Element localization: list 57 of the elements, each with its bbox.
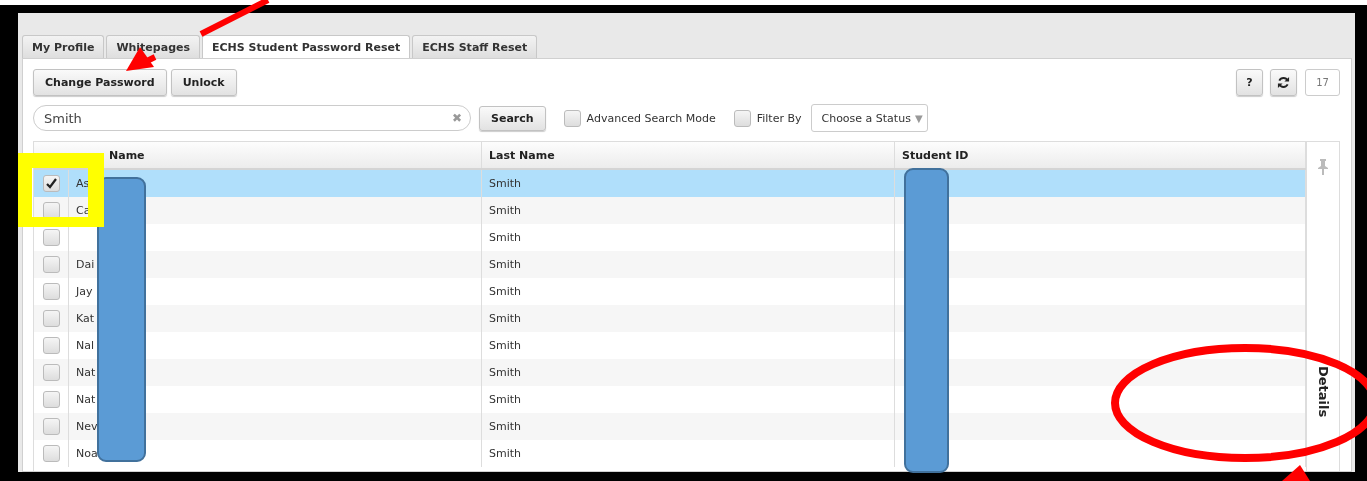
column-header[interactable]: Last Name — [489, 148, 555, 162]
column-header[interactable]: Student ID — [902, 148, 969, 162]
table-cell: Smith — [489, 366, 522, 379]
table-cell: Nal — [76, 339, 95, 352]
table-cell: Smith — [489, 447, 522, 460]
option-label: Filter By — [756, 111, 802, 125]
page-count: 17 — [1305, 69, 1340, 96]
table-cell: As — [76, 177, 90, 190]
table-cell: Smith — [489, 312, 522, 325]
search-button[interactable]: Search — [479, 105, 546, 131]
checkbox[interactable] — [42, 418, 60, 435]
table-cell: Smith — [489, 420, 522, 433]
status-select[interactable]: Choose a Status ▼ — [811, 104, 928, 132]
help-button[interactable]: ? — [1236, 69, 1263, 96]
column-header[interactable]: Name — [109, 148, 145, 162]
option-label: Advanced Search Mode — [586, 111, 716, 125]
table-row[interactable]: Kat Smith — [34, 305, 1306, 332]
details-tab[interactable]: Details — [1315, 366, 1331, 418]
table-row[interactable]: Nat Smith — [34, 359, 1306, 386]
table-cell: Smith — [489, 285, 522, 298]
action-button[interactable]: Unlock — [170, 69, 237, 96]
table-cell: Smith — [489, 204, 522, 217]
table-cell: Noa — [76, 447, 98, 460]
table-cell: Kat — [76, 312, 95, 325]
annotation-arrow — [1282, 465, 1310, 481]
table-cell: Smith — [489, 177, 522, 190]
tab[interactable]: My Profile — [22, 35, 105, 58]
table-cell: Smith — [489, 393, 522, 406]
table-cell: Smith — [489, 231, 522, 244]
checkbox[interactable] — [733, 109, 751, 127]
table-cell: Dai — [76, 258, 95, 271]
table-cell: Smith — [489, 258, 522, 271]
checkbox[interactable] — [42, 364, 60, 381]
table-row[interactable]: Dai Smith — [34, 251, 1306, 278]
checkbox[interactable] — [42, 445, 60, 462]
table-cell: Nat — [76, 393, 96, 406]
checkbox[interactable] — [42, 256, 60, 273]
pin-icon[interactable] — [1317, 158, 1329, 176]
tab[interactable]: Whitepages — [106, 35, 200, 58]
table-cell: Nev — [76, 420, 98, 433]
action-button[interactable]: Change Password — [33, 69, 167, 96]
checkbox[interactable] — [42, 310, 60, 327]
table-row[interactable]: As Smith — [34, 170, 1306, 197]
table-cell: Nat — [76, 366, 96, 379]
checkbox[interactable] — [42, 391, 60, 408]
checkbox[interactable] — [563, 109, 581, 127]
tab[interactable]: ECHS Student Password Reset — [202, 35, 411, 58]
checkbox[interactable] — [42, 229, 60, 246]
table-cell: Jay — [76, 285, 93, 298]
tab[interactable]: ECHS Staff Reset — [412, 35, 538, 58]
checkbox[interactable] — [42, 337, 60, 354]
refresh-icon — [1277, 76, 1290, 89]
table-row[interactable]: Nev Smith — [34, 413, 1306, 440]
refresh-button[interactable] — [1270, 69, 1297, 96]
table-cell: Smith — [489, 339, 522, 352]
checkbox[interactable] — [42, 283, 60, 300]
checkbox[interactable] — [42, 175, 60, 192]
